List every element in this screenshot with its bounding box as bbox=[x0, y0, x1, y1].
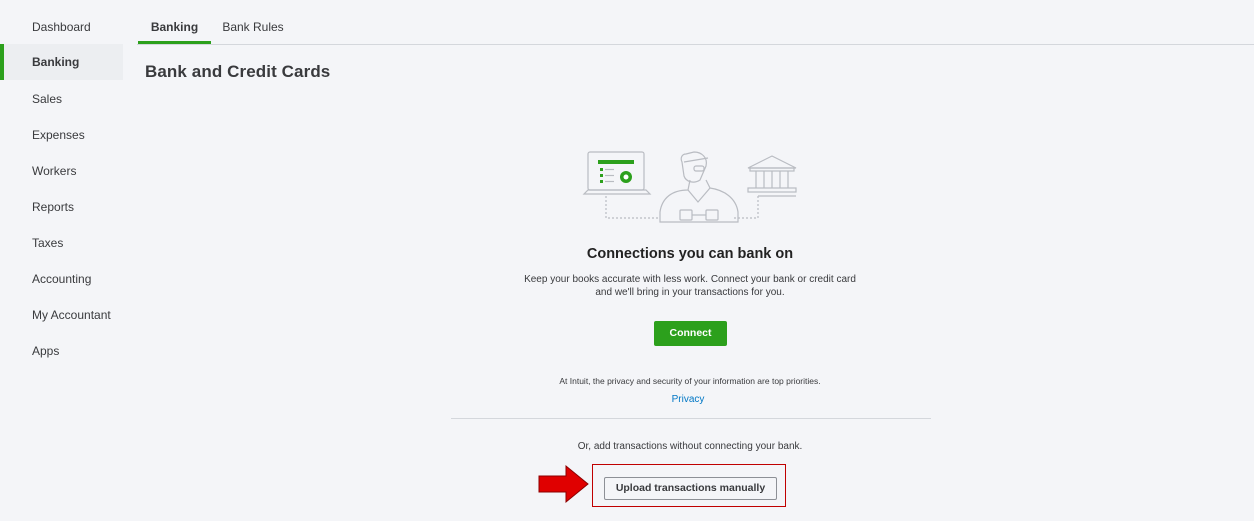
app: Dashboard Banking Sales Expenses Workers… bbox=[0, 0, 1254, 521]
tab-banking[interactable]: Banking bbox=[138, 0, 211, 44]
empty-state-headline: Connections you can bank on bbox=[586, 246, 794, 262]
sidebar: Dashboard Banking Sales Expenses Workers… bbox=[0, 0, 123, 521]
sidebar-item-dashboard[interactable]: Dashboard bbox=[0, 9, 123, 45]
red-arrow-icon bbox=[538, 464, 589, 504]
sidebar-item-taxes[interactable]: Taxes bbox=[0, 225, 123, 261]
sidebar-item-accounting[interactable]: Accounting bbox=[0, 261, 123, 297]
sidebar-item-my-accountant[interactable]: My Accountant bbox=[0, 297, 123, 333]
page-title: Bank and Credit Cards bbox=[145, 62, 331, 81]
manual-option-text: Or, add transactions without connecting … bbox=[577, 441, 803, 452]
laptop-person-bank-icon bbox=[582, 151, 797, 223]
sidebar-item-banking[interactable]: Banking bbox=[0, 44, 123, 80]
connect-button[interactable]: Connect bbox=[654, 321, 727, 346]
privacy-note: At Intuit, the privacy and security of y… bbox=[559, 376, 821, 386]
privacy-link[interactable]: Privacy bbox=[638, 394, 738, 405]
tab-bank-rules[interactable]: Bank Rules bbox=[219, 0, 287, 44]
divider bbox=[451, 418, 931, 419]
tab-bar: Banking Bank Rules bbox=[137, 0, 1254, 45]
sidebar-item-workers[interactable]: Workers bbox=[0, 153, 123, 189]
sidebar-item-sales[interactable]: Sales bbox=[0, 81, 123, 117]
sidebar-item-apps[interactable]: Apps bbox=[0, 333, 123, 369]
empty-state-description: Keep your books accurate with less work.… bbox=[524, 274, 856, 298]
upload-transactions-button[interactable]: Upload transactions manually bbox=[604, 477, 777, 500]
sidebar-item-reports[interactable]: Reports bbox=[0, 189, 123, 225]
sidebar-item-expenses[interactable]: Expenses bbox=[0, 117, 123, 153]
